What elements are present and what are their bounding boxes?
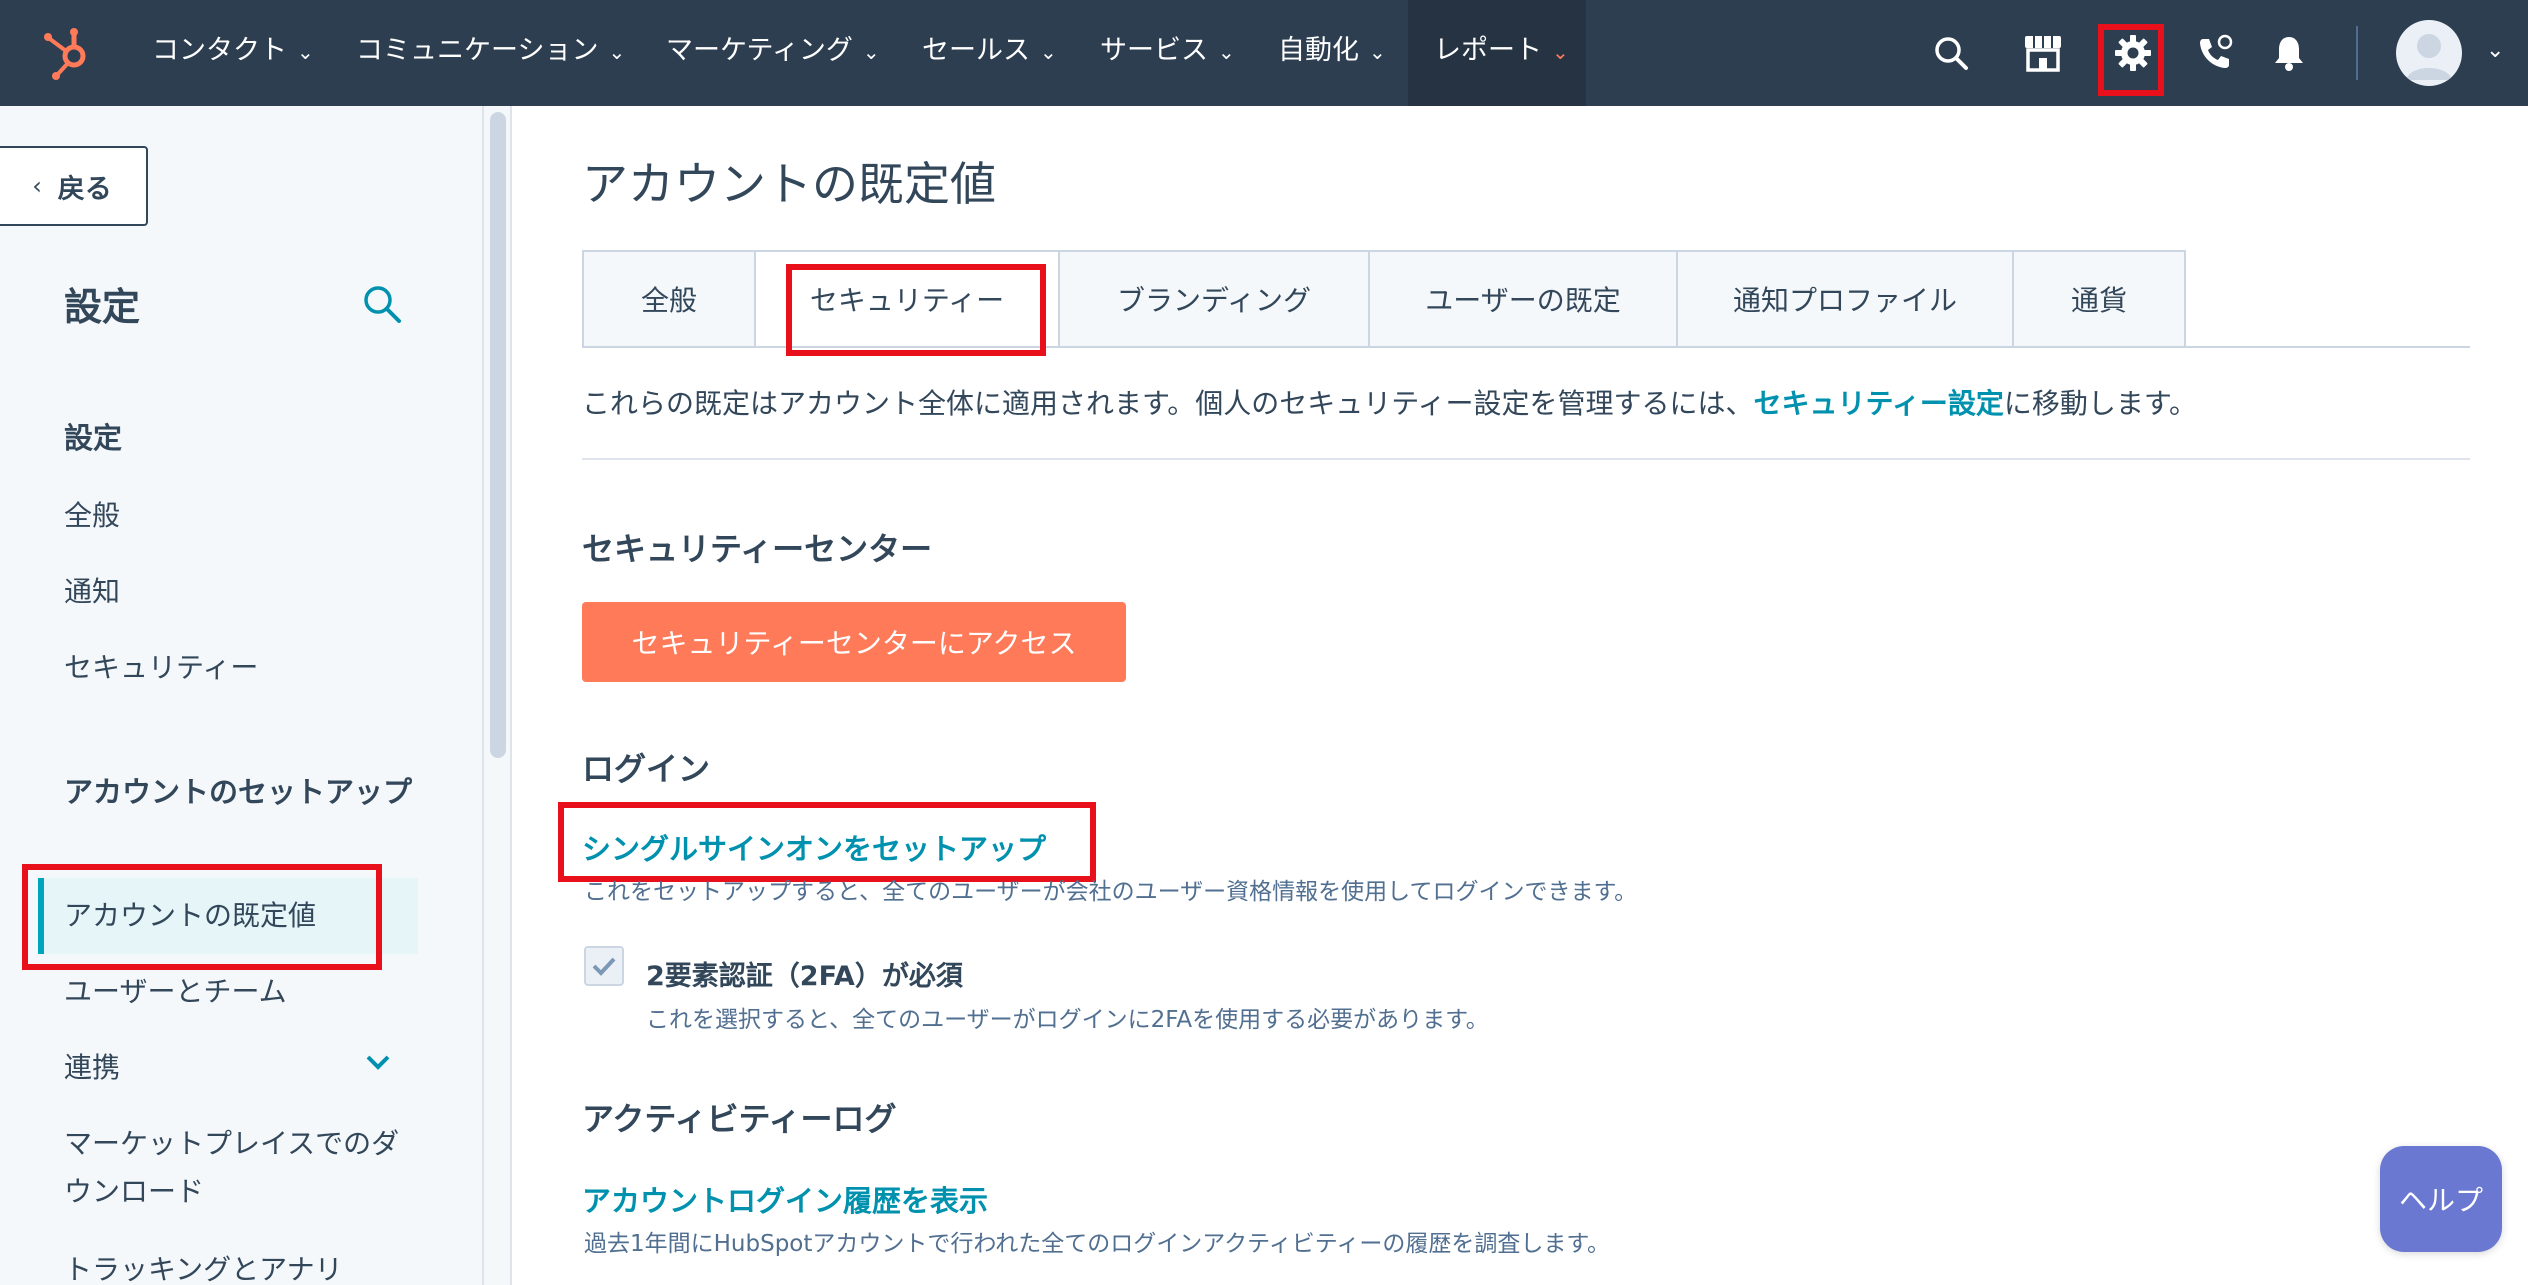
login-history-help-text: 過去1年間にHubSpotアカウントで行われた全てのログインアクティビティーの履… [584, 1231, 1611, 1257]
chevron-down-icon: ⌄ [862, 40, 880, 64]
security-center-heading: セキュリティーセンター [582, 530, 933, 568]
nav-marketing[interactable]: マーケティング ⌄ [666, 0, 880, 106]
help-button[interactable]: ヘルプ [2380, 1146, 2502, 1252]
security-description: これらの既定はアカウント全体に適用されます。個人のセキュリティー設定を管理するに… [582, 387, 2198, 420]
sidebar-section-settings: 設定 [64, 421, 123, 455]
notifications-bell-icon[interactable] [2264, 28, 2314, 78]
user-avatar[interactable] [2396, 20, 2462, 86]
sso-help-text: これをセットアップすると、全てのユーザーが会社のユーザー資格情報を使用してログイ… [584, 879, 1638, 905]
tab-branding[interactable]: ブランディング [1058, 250, 1370, 348]
tab-currency[interactable]: 通貨 [2012, 250, 2186, 348]
nav-service[interactable]: サービス ⌄ [1100, 0, 1235, 106]
chevron-down-icon[interactable] [360, 1044, 396, 1080]
hubspot-logo-icon[interactable] [36, 22, 96, 82]
chevron-down-icon[interactable]: ⌄ [2486, 38, 2504, 63]
nav-divider [2356, 26, 2358, 80]
top-navigation-bar: コンタクト ⌄ コミュニケーション ⌄ マーケティング ⌄ セールス ⌄ サービス ⌄ 自… [0, 0, 2528, 106]
tab-general[interactable]: 全般 [582, 250, 756, 348]
chevron-left-icon: ‹ [32, 172, 42, 200]
sidebar-item-users-teams[interactable]: ユーザーとチーム [64, 968, 287, 1016]
back-button[interactable]: ‹ 戻る [0, 146, 148, 226]
nav-contacts[interactable]: コンタクト ⌄ [152, 0, 314, 106]
search-icon[interactable] [1926, 28, 1976, 78]
sidebar-item-general[interactable]: 全般 [64, 492, 120, 540]
login-heading: ログイン [582, 750, 711, 788]
page-title: アカウントの既定値 [582, 157, 996, 211]
scrollbar-thumb[interactable] [490, 112, 506, 758]
search-icon[interactable] [360, 282, 404, 326]
marketplace-icon[interactable] [2018, 28, 2068, 78]
checkmark-icon [592, 957, 616, 976]
sidebar-title: 設定 [64, 285, 141, 329]
nav-automation[interactable]: 自動化 ⌄ [1278, 0, 1386, 106]
chevron-down-icon: ⌄ [1552, 40, 1569, 64]
require-2fa-help-text: これを選択すると、全てのユーザーがログインに2FAを使用する必要があります。 [646, 1007, 1489, 1033]
sidebar-section-account-setup: アカウントのセットアップ [64, 775, 413, 809]
settings-gear-icon[interactable] [2108, 28, 2158, 78]
require-2fa-label: 2要素認証（2FA）が必須 [646, 961, 963, 992]
nav-sales[interactable]: セールス ⌄ [922, 0, 1057, 106]
divider [582, 458, 2470, 460]
sidebar-item-tracking-analytics[interactable]: トラッキングとアナリ [64, 1246, 343, 1285]
tab-user-defaults[interactable]: ユーザーの既定 [1368, 250, 1678, 348]
sidebar-item-notifications[interactable]: 通知 [64, 568, 120, 616]
calling-icon[interactable] [2190, 28, 2240, 78]
sso-setup-link[interactable]: シングルサインオンをセットアップ [582, 826, 1046, 868]
chevron-down-icon: ⌄ [1369, 40, 1386, 64]
tab-security[interactable]: セキュリティー [754, 250, 1060, 348]
security-settings-link[interactable]: セキュリティー設定 [1754, 387, 2004, 420]
require-2fa-checkbox[interactable] [584, 946, 624, 986]
chevron-down-icon: ⌄ [297, 40, 314, 64]
nav-reports[interactable]: レポート ⌄ [1408, 0, 1586, 106]
login-history-link[interactable]: アカウントログイン履歴を表示 [582, 1178, 988, 1220]
sidebar-item-marketplace-downloads[interactable]: マーケットプレイスでのダウンロード [64, 1120, 404, 1216]
chevron-down-icon: ⌄ [608, 40, 626, 64]
activity-log-heading: アクティビティーログ [582, 1100, 897, 1138]
sidebar-item-integrations[interactable]: 連携 [64, 1044, 120, 1092]
nav-conversations[interactable]: コミュニケーション ⌄ [356, 0, 625, 106]
access-security-center-button[interactable]: セキュリティーセンターにアクセス [582, 602, 1126, 682]
chevron-down-icon: ⌄ [1218, 40, 1235, 64]
tabs-baseline [582, 346, 2470, 348]
settings-sidebar: ‹ 戻る 設定 設定 全般 通知 セキュリティー アカウントのセットアップ アカ… [0, 106, 484, 1285]
tab-notification-profiles[interactable]: 通知プロファイル [1676, 250, 2014, 348]
sidebar-item-security[interactable]: セキュリティー [64, 644, 258, 692]
chevron-down-icon: ⌄ [1040, 40, 1057, 64]
sidebar-item-account-defaults[interactable]: アカウントの既定値 [38, 878, 418, 954]
